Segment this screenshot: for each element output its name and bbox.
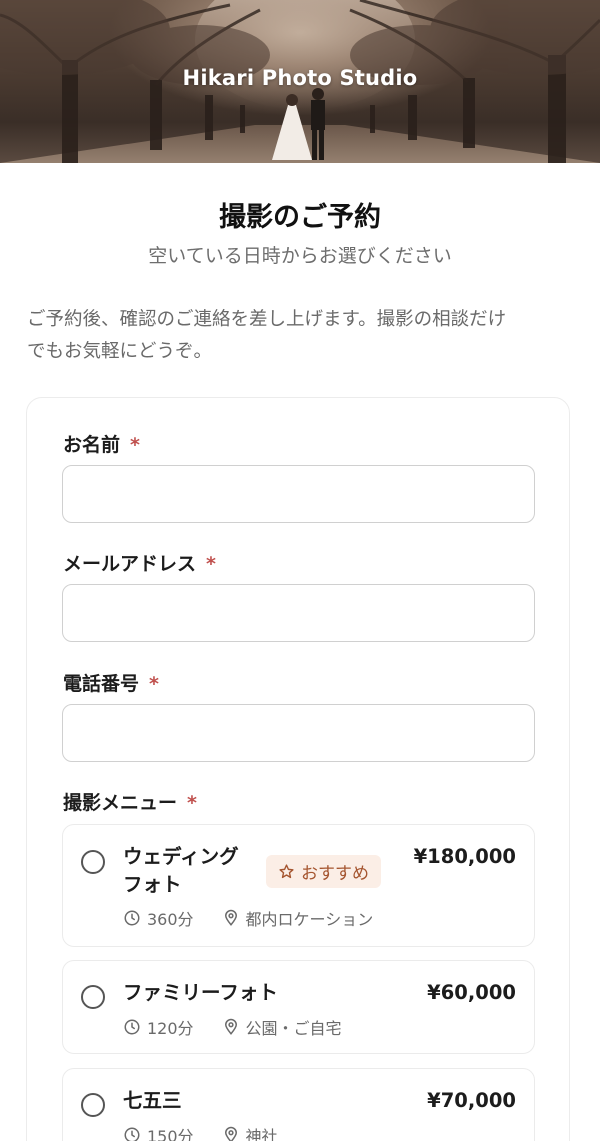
menu-option-price: ¥60,000 (427, 981, 516, 1004)
location-text: 公園・ご自宅 (245, 1019, 342, 1038)
duration-text: 360分 (147, 910, 194, 929)
required-mark: * (149, 673, 159, 695)
clock-icon (124, 1127, 140, 1141)
location-text: 神社 (245, 1127, 278, 1141)
menu-option-wedding[interactable]: ウェディング フォト おすすめ ¥180,000 360分 都内ロケーション (62, 824, 535, 947)
menu-option-name: ファミリーフォト (123, 981, 278, 1004)
recommended-badge: おすすめ (266, 855, 381, 888)
location-pin-icon (224, 1018, 237, 1035)
booking-form-card: お名前 * メールアドレス * 電話番号 * 撮影メニュー * ウェディング フォト (26, 397, 570, 1141)
clock-icon (124, 910, 140, 926)
menu-option-meta: 360分 都内ロケーション (123, 906, 373, 930)
intro-line: でもお気軽にどうぞ。 (27, 341, 213, 362)
radio-button[interactable] (81, 1093, 105, 1117)
location-text: 都内ロケーション (245, 910, 374, 929)
menu-option-name: ウェディング フォト (123, 845, 239, 896)
duration-text: 120分 (147, 1019, 194, 1038)
intro-text: ご予約後、確認のご連絡を差し上げます。撮影の相談だけ でもお気軽にどうぞ。 (27, 304, 575, 368)
hero-banner: Hikari Photo Studio (0, 0, 600, 163)
phone-label: 電話番号 * (63, 673, 159, 695)
radio-button[interactable] (81, 985, 105, 1009)
menu-option-meta: 120分 公園・ご自宅 (123, 1015, 342, 1039)
email-label: メールアドレス * (63, 553, 216, 575)
menu-option-price: ¥180,000 (413, 845, 516, 868)
email-input[interactable] (62, 584, 535, 642)
name-label: お名前 * (63, 434, 140, 456)
booking-page: Hikari Photo Studio 撮影のご予約 空いている日時からお選びく… (0, 0, 600, 1141)
menu-option-shichigosan[interactable]: 七五三 ¥70,000 150分 神社 (62, 1068, 535, 1141)
required-mark: * (206, 553, 216, 575)
studio-name: Hikari Photo Studio (182, 66, 418, 90)
menu-option-price: ¥70,000 (427, 1089, 516, 1112)
required-mark: * (187, 792, 197, 814)
menu-option-name: 七五三 (123, 1089, 182, 1112)
menu-label: 撮影メニュー * (63, 792, 197, 814)
radio-button[interactable] (81, 850, 105, 874)
menu-option-family[interactable]: ファミリーフォト ¥60,000 120分 公園・ご自宅 (62, 960, 535, 1054)
phone-input[interactable] (62, 704, 535, 762)
location-pin-icon (224, 1126, 237, 1141)
duration-text: 150分 (147, 1127, 194, 1141)
name-input[interactable] (62, 465, 535, 523)
page-subtitle: 空いている日時からお選びください (148, 245, 452, 267)
clock-icon (124, 1019, 140, 1035)
star-icon (279, 864, 294, 879)
required-mark: * (130, 434, 140, 456)
page-title: 撮影のご予約 (219, 202, 381, 233)
location-pin-icon (224, 909, 237, 926)
menu-option-meta: 150分 神社 (123, 1123, 278, 1141)
intro-line: ご予約後、確認のご連絡を差し上げます。撮影の相談だけ (27, 309, 507, 330)
